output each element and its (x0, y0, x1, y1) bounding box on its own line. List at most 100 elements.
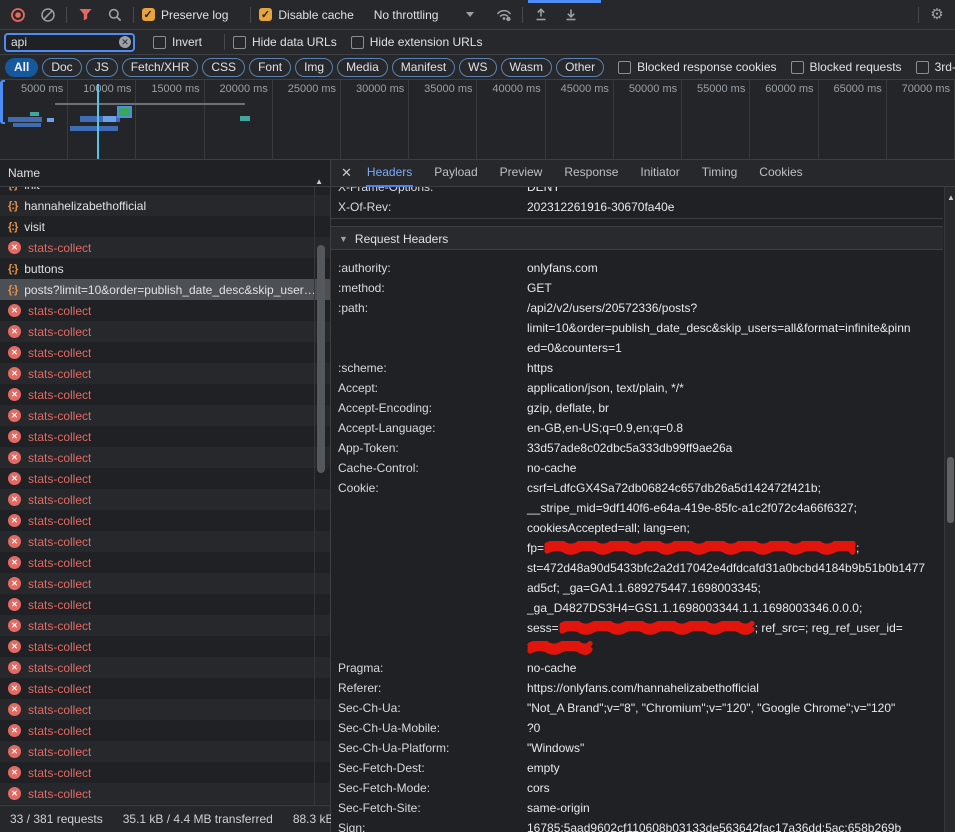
header-name: Accept-Language: (331, 418, 527, 438)
blocked-requests-checkbox[interactable]: Blocked requests (791, 60, 902, 74)
throttling-select[interactable]: No throttling (374, 8, 475, 22)
header-row: Cache-Control:no-cache (331, 458, 943, 478)
request-row[interactable]: ✕stats-collect (0, 573, 330, 594)
request-row[interactable]: ✕stats-collect (0, 741, 330, 762)
header-row: App-Token:33d57ade8c02dbc5a333db99ff9ae2… (331, 438, 943, 458)
timeline-column: 70000 ms (887, 80, 955, 159)
tab-initiator[interactable]: Initiator (639, 160, 680, 187)
request-row[interactable]: ✕stats-collect (0, 363, 330, 384)
request-row[interactable]: ✕stats-collect (0, 489, 330, 510)
export-har-icon[interactable] (561, 5, 581, 25)
header-value: ?0 (527, 718, 943, 738)
invert-label: Invert (172, 35, 202, 49)
details-scrollbar[interactable]: ▲ (944, 187, 955, 832)
request-row[interactable]: ✕stats-collect (0, 510, 330, 531)
import-har-icon[interactable] (531, 5, 551, 25)
disable-cache-label: Disable cache (278, 8, 353, 22)
triangle-down-icon: ▼ (339, 227, 348, 251)
request-headers-section-header[interactable]: ▼Request Headers (331, 226, 943, 250)
request-row[interactable]: ✕stats-collect (0, 531, 330, 552)
request-row[interactable]: {:}hannahelizabethofficial (0, 195, 330, 216)
tab-payload[interactable]: Payload (433, 160, 478, 187)
header-row: :scheme:https (331, 358, 943, 378)
disable-cache-checkbox[interactable]: Disable cache (259, 8, 353, 22)
header-row: Referer:https://onlyfans.com/hannaheliza… (331, 678, 943, 698)
scrollbar-thumb[interactable] (317, 245, 325, 473)
waterfall-activity-bar (30, 112, 39, 116)
timeline-tick-label: 55000 ms (697, 83, 745, 95)
blocked-response-cookies-checkbox[interactable]: Blocked response cookies (618, 60, 776, 74)
request-row[interactable]: ✕stats-collect (0, 678, 330, 699)
tab-preview[interactable]: Preview (499, 160, 544, 187)
devtools-progress-strip (528, 0, 601, 3)
fetch-xhr-icon: {:} (8, 187, 17, 191)
name-column-header[interactable]: Name ▲ (0, 160, 330, 187)
filter-chip-img[interactable]: Img (295, 58, 333, 77)
request-details-panel: ✕ Headers Payload Preview Response Initiator… (331, 160, 955, 832)
clear-filter-icon[interactable]: ✕ (119, 36, 131, 48)
filter-chip-all[interactable]: All (5, 58, 38, 77)
request-row[interactable]: ✕stats-collect (0, 300, 330, 321)
header-value: gzip, deflate, br (527, 398, 943, 418)
invert-checkbox[interactable]: Invert (153, 35, 202, 49)
filter-chip-other[interactable]: Other (556, 58, 604, 77)
scrollbar-thumb[interactable] (947, 457, 954, 523)
3rd-party-requests-checkbox[interactable]: 3rd-party requests (916, 60, 955, 74)
network-overview-timeline[interactable]: 5000 ms10000 ms15000 ms20000 ms25000 ms3… (0, 80, 955, 160)
request-row[interactable]: ✕stats-collect (0, 405, 330, 426)
request-list-scrollbar[interactable] (314, 187, 326, 805)
request-row[interactable]: ✕stats-collect (0, 657, 330, 678)
settings-gear-icon[interactable]: ⚙ (927, 5, 947, 25)
request-row[interactable]: ✕stats-collect (0, 237, 330, 258)
request-row[interactable]: ✕stats-collect (0, 762, 330, 783)
filter-chip-wasm[interactable]: Wasm (501, 58, 553, 77)
filter-chip-manifest[interactable]: Manifest (392, 58, 455, 77)
search-icon[interactable] (105, 5, 125, 25)
filter-icon[interactable] (75, 5, 95, 25)
header-row: X-Of-Rev:202312261916-30670fa40e (331, 197, 943, 217)
tab-timing[interactable]: Timing (701, 160, 739, 187)
request-row[interactable]: ✕stats-collect (0, 447, 330, 468)
filter-chip-css[interactable]: CSS (202, 58, 245, 77)
request-row[interactable]: ✕stats-collect (0, 426, 330, 447)
request-row[interactable]: ✕stats-collect (0, 342, 330, 363)
scroll-up-icon[interactable]: ▲ (947, 193, 955, 202)
request-row[interactable]: ✕stats-collect (0, 384, 330, 405)
filter-chip-ws[interactable]: WS (459, 58, 496, 77)
request-row[interactable]: ✕stats-collect (0, 699, 330, 720)
clear-icon[interactable] (38, 5, 58, 25)
request-row[interactable]: ✕stats-collect (0, 615, 330, 636)
request-row[interactable]: ✕stats-collect (0, 720, 330, 741)
request-row[interactable]: ✕stats-collect (0, 783, 330, 804)
tab-cookies[interactable]: Cookies (758, 160, 803, 187)
hide-extension-urls-checkbox[interactable]: Hide extension URLs (351, 35, 483, 49)
request-row[interactable]: ✕stats-collect (0, 594, 330, 615)
request-row[interactable]: ✕stats-collect (0, 321, 330, 342)
filter-chip-doc[interactable]: Doc (42, 58, 81, 77)
filter-chip-media[interactable]: Media (337, 58, 388, 77)
request-name-label: stats-collect (28, 577, 91, 591)
tab-response[interactable]: Response (563, 160, 619, 187)
checkbox-unchecked-icon (618, 61, 631, 74)
filter-chip-fetch-xhr[interactable]: Fetch/XHR (122, 58, 199, 77)
network-conditions-icon[interactable] (494, 5, 514, 25)
request-row[interactable]: {:}buttons (0, 258, 330, 279)
filter-chip-js[interactable]: JS (86, 58, 118, 77)
close-icon[interactable]: ✕ (341, 165, 352, 181)
request-row[interactable]: ✕stats-collect (0, 552, 330, 573)
request-row[interactable]: {:}posts?limit=10&order=publish_date_des… (0, 279, 330, 300)
request-row[interactable]: {:}init (0, 187, 330, 195)
preserve-log-checkbox[interactable]: Preserve log (142, 8, 228, 22)
error-circle-icon: ✕ (8, 304, 21, 317)
filter-input[interactable] (4, 33, 135, 52)
request-row[interactable]: ✕stats-collect (0, 636, 330, 657)
filter-chip-font[interactable]: Font (249, 58, 291, 77)
header-value: GET (527, 278, 943, 298)
header-row: :authority:onlyfans.com (331, 258, 943, 278)
hide-data-urls-checkbox[interactable]: Hide data URLs (233, 35, 337, 49)
tab-headers[interactable]: Headers (366, 160, 413, 187)
request-row[interactable]: {:}visit (0, 216, 330, 237)
request-row[interactable]: ✕stats-collect (0, 468, 330, 489)
record-icon[interactable] (8, 5, 28, 25)
header-value: no-cache (527, 658, 943, 678)
